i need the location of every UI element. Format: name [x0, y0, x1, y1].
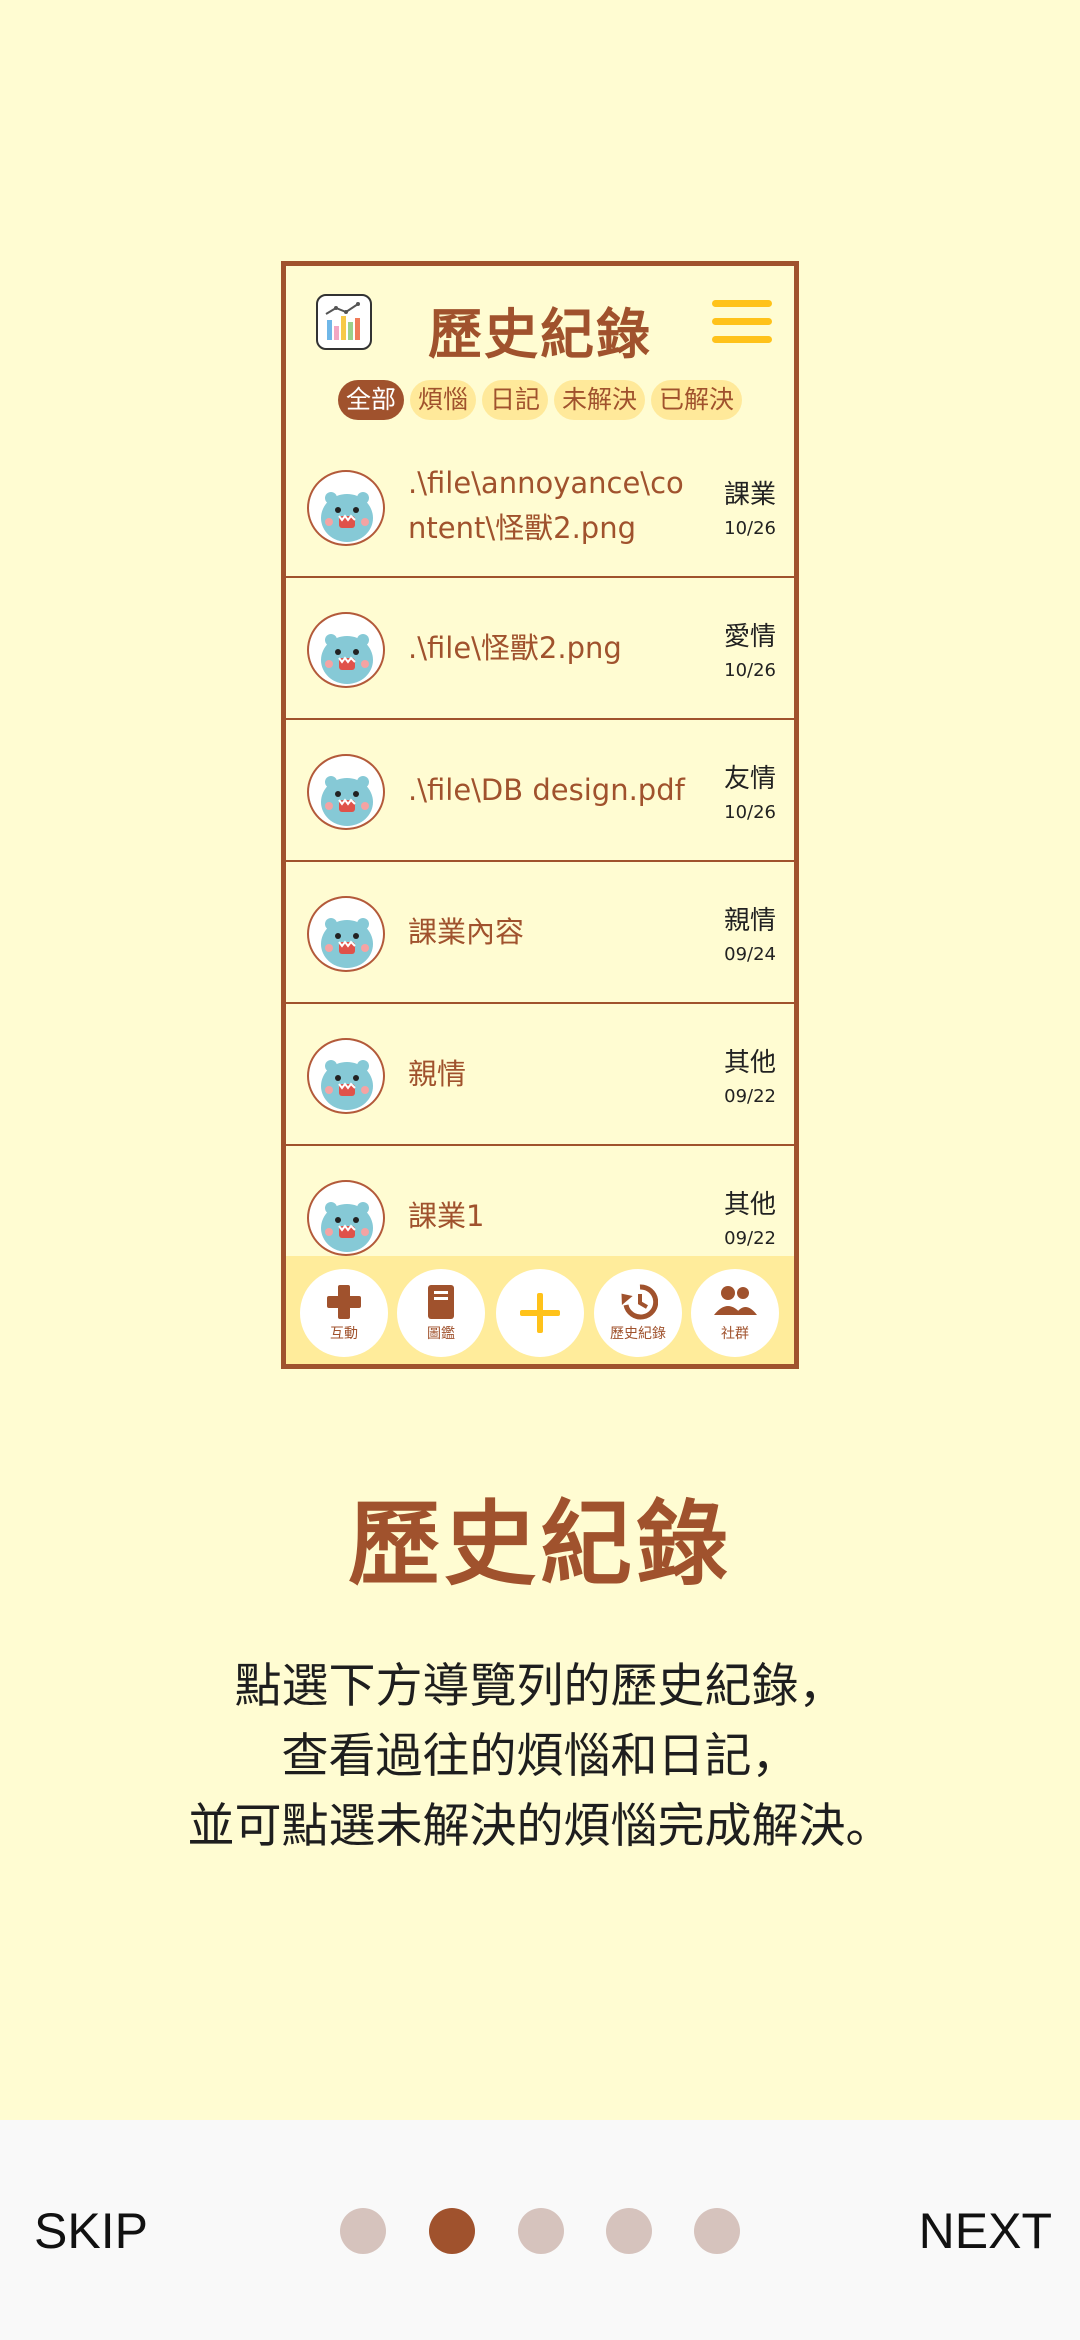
item-date: 10/26 [724, 660, 776, 681]
monster-avatar [307, 1180, 385, 1256]
page-dot-current[interactable] [429, 2208, 475, 2254]
book-icon [428, 1285, 454, 1319]
description-line: 點選下方導覽列的歷史紀錄， [234, 1659, 846, 1714]
onboarding-description: 點選下方導覽列的歷史紀錄， 查看過往的煩惱和日記， 並可點選未解決的煩惱完成解決… [0, 1652, 1080, 1862]
item-category: 其他 [723, 1048, 776, 1078]
next-button[interactable]: NEXT [919, 2202, 1052, 2260]
menu-icon[interactable] [712, 300, 772, 344]
history-list: .\file\annoyance\content\怪獸2.png 課業 10/2… [286, 436, 794, 1288]
item-date: 09/22 [724, 1228, 776, 1249]
item-text: .\file\怪獸2.png [408, 630, 622, 665]
nav-label: 互動 [330, 1326, 358, 1342]
item-date: 10/26 [724, 802, 776, 823]
item-category: 友情 [723, 764, 776, 794]
nav-label: 社群 [721, 1326, 749, 1342]
filter-chips: 全部 煩惱 日記 未解決 已解決 [286, 380, 794, 420]
item-category: 其他 [723, 1190, 776, 1220]
filter-chip-resolved[interactable]: 已解決 [651, 380, 743, 420]
page-dot[interactable] [694, 2208, 740, 2254]
skip-button[interactable]: SKIP [34, 2202, 148, 2260]
item-text: .\file\annoyance\content\怪獸2.png [408, 466, 684, 545]
page-dot[interactable] [340, 2208, 386, 2254]
item-category: 課業 [723, 480, 776, 510]
item-date: 09/24 [724, 944, 776, 965]
list-item[interactable]: .\file\怪獸2.png 愛情 10/26 [286, 578, 794, 720]
nav-collection[interactable]: 圖鑑 [397, 1269, 485, 1357]
group-icon [714, 1286, 757, 1315]
filter-chip-annoyance[interactable]: 煩惱 [409, 380, 476, 420]
onboarding-controls: SKIP NEXT [0, 2120, 1080, 2340]
nav-label: 圖鑑 [427, 1326, 455, 1342]
monster-avatar [307, 470, 385, 546]
item-text: 親情 [408, 1056, 467, 1091]
filter-chip-unresolved[interactable]: 未解決 [554, 380, 646, 420]
nav-community[interactable]: 社群 [691, 1269, 779, 1357]
list-item[interactable]: .\file\DB design.pdf 友情 10/26 [286, 720, 794, 862]
item-text: 課業內容 [408, 914, 525, 949]
nav-interact[interactable]: 互動 [300, 1269, 388, 1357]
item-date: 10/26 [724, 518, 776, 539]
filter-chip-all[interactable]: 全部 [337, 380, 404, 420]
mockup-header: 歷史紀錄 [286, 266, 794, 376]
item-category: 愛情 [723, 622, 776, 652]
list-item[interactable]: .\file\annoyance\content\怪獸2.png 課業 10/2… [286, 436, 794, 578]
page-dot[interactable] [606, 2208, 652, 2254]
description-line: 並可點選未解決的煩惱完成解決。 [187, 1799, 893, 1854]
onboarding-title: 歷史紀錄 [347, 1491, 732, 1598]
item-category: 親情 [723, 906, 776, 936]
phone-mockup: 歷史紀錄 全部 煩惱 日記 未解決 已解決 .\file\annoyance\conte… [281, 261, 799, 1369]
monster-avatar [307, 612, 385, 688]
add-button[interactable] [496, 1269, 584, 1357]
list-item[interactable]: 課業內容 親情 09/24 [286, 862, 794, 1004]
history-icon [621, 1284, 658, 1320]
monster-avatar [307, 754, 385, 830]
monster-avatar [307, 1038, 385, 1114]
filter-chip-diary[interactable]: 日記 [481, 380, 548, 420]
nav-history[interactable]: 歷史紀錄 [594, 1269, 682, 1357]
plus-icon [520, 1293, 560, 1333]
monster-avatar [307, 896, 385, 972]
bottom-navigation: 互動 圖鑑 歷史紀錄 社群 [286, 1256, 794, 1364]
list-item[interactable]: 親情 其他 09/22 [286, 1004, 794, 1146]
gamepad-icon [327, 1285, 361, 1319]
nav-label: 歷史紀錄 [610, 1326, 666, 1342]
page-dot[interactable] [518, 2208, 564, 2254]
item-date: 09/22 [724, 1086, 776, 1107]
item-text: .\file\DB design.pdf [408, 772, 685, 807]
description-line: 查看過往的煩惱和日記， [281, 1729, 799, 1784]
